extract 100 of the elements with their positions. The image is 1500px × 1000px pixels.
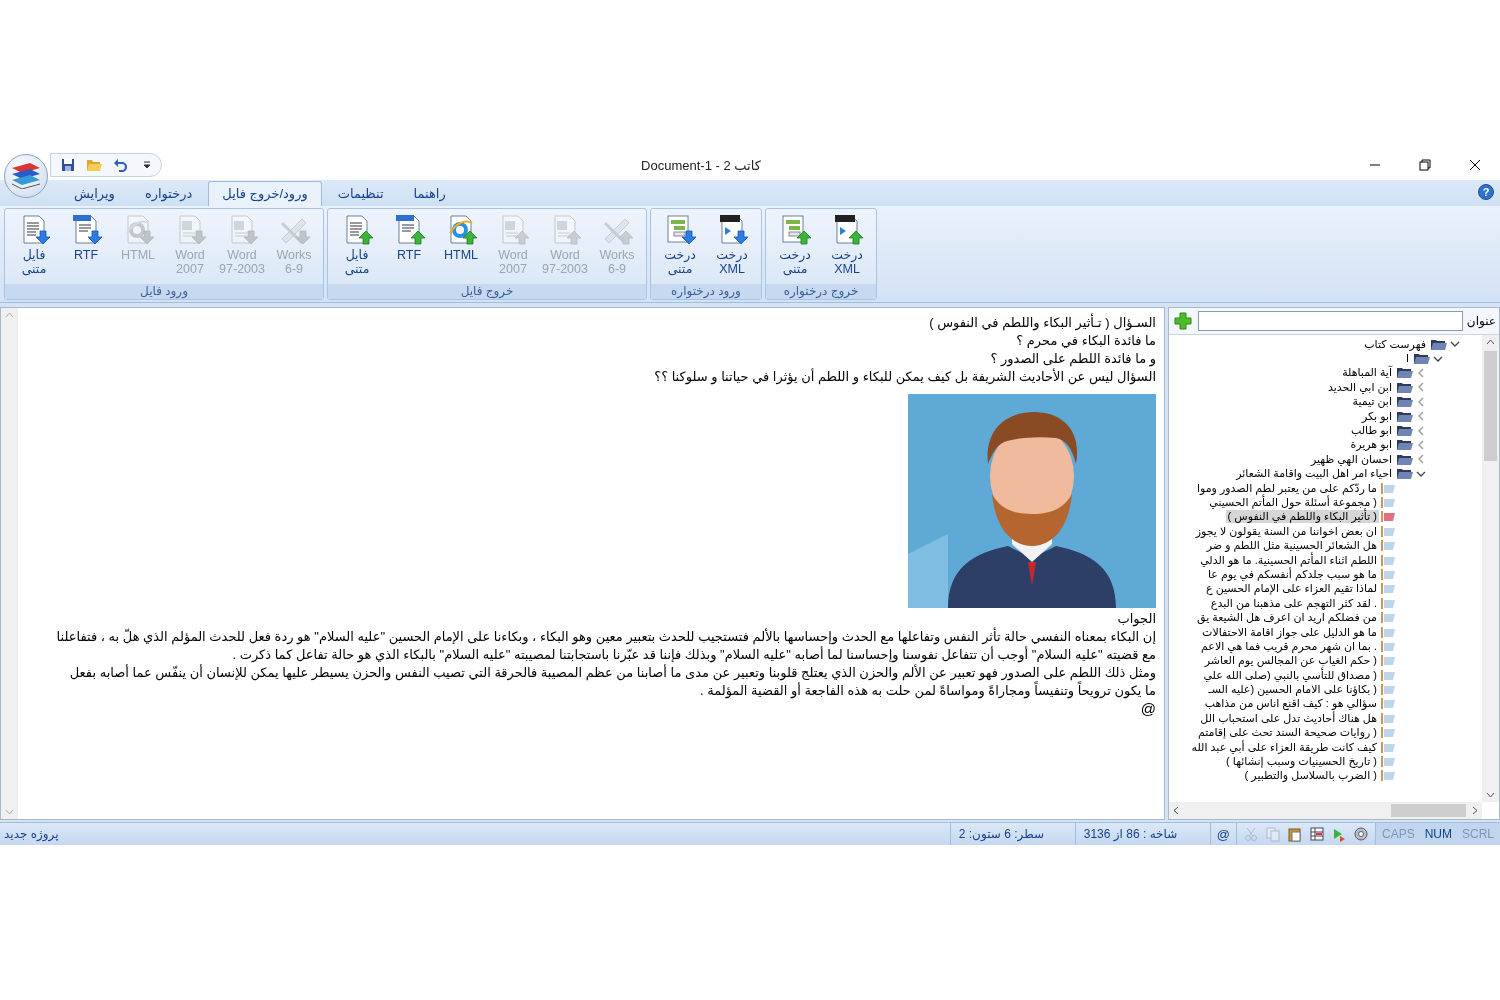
document-icon (1381, 755, 1397, 768)
answer-line: ما يكون ترويحاً وتنفيساً ومجاراةً ومواساةً لمن حلت به هذه الفاجعة أو القضية المؤلمة . (28, 682, 1156, 700)
tree-item[interactable]: هل هناك أحاديث تدل على استحباب الل (1169, 711, 1482, 726)
project-status: پروژه جدید (3, 827, 60, 841)
tree-item[interactable]: ابن تيمية (1169, 394, 1482, 409)
expand-chevron-icon[interactable] (1416, 425, 1426, 436)
scroll-down-icon[interactable] (1486, 792, 1495, 798)
folder-icon (1396, 467, 1414, 481)
tree-item[interactable]: ان بعض اخواننا من السنة يقولون لا يجوز (1169, 524, 1482, 539)
paste-icon[interactable] (1286, 826, 1303, 842)
tree-item[interactable]: ابو طالب (1169, 423, 1482, 438)
document-icon (1381, 711, 1397, 725)
ribbon-button[interactable]: فایل متنی (331, 211, 383, 282)
tree-item[interactable]: ابو بكر (1169, 408, 1482, 424)
window-title: Document-1 - کاتب 2 (640, 157, 762, 173)
ribbon-button[interactable]: درخت متنی (769, 211, 821, 282)
expand-chevron-icon[interactable] (1416, 382, 1426, 393)
ribbon-button[interactable]: درخت متنی (654, 211, 706, 282)
tree-item[interactable]: . لقد كثر التهجم على مذهبنا من البدع (1169, 596, 1482, 611)
folder-icon (1396, 424, 1414, 438)
books-icon (12, 163, 40, 189)
settings-icon[interactable] (1352, 826, 1369, 842)
tree-item[interactable]: . بما ان شهر محرم قريب فما هي الاعم (1169, 639, 1482, 654)
customize-caret-icon[interactable] (143, 161, 151, 169)
table-icon[interactable] (1308, 826, 1325, 842)
cursor-position: سطر: 6 ستون: 2 (949, 823, 1075, 845)
tree-item[interactable]: هل الشعائر الحسينية مثل اللطم و ضر (1169, 538, 1482, 553)
scroll-right-icon[interactable] (1472, 806, 1478, 815)
scroll-up-icon[interactable] (1486, 339, 1495, 345)
import-file-icon (70, 213, 102, 245)
scroll-thumb[interactable] (1484, 351, 1497, 461)
tree-item[interactable]: ( تاريخ الحسينيات وسبب إنشائها ) (1169, 754, 1482, 769)
tree-item[interactable]: فهرست کتاب (1169, 337, 1482, 352)
document-icon (1381, 740, 1397, 754)
tree-item[interactable]: من فضلكم اريد ان اعرف هل الشيعة يق (1169, 610, 1482, 625)
document-icon (1381, 668, 1397, 682)
save-icon (61, 158, 75, 172)
group-title: خروج فایل (328, 284, 646, 299)
close-icon (1469, 159, 1481, 171)
expand-chevron-icon[interactable] (1416, 439, 1426, 450)
folder-icon (1413, 352, 1431, 366)
expand-chevron-icon[interactable] (1416, 367, 1426, 378)
document-icon (1381, 654, 1397, 668)
question-line: السـؤال ( تـأثير البكاء واللطم في النفوس ) (928, 314, 1156, 332)
question-line: السؤال ليس عن الأحاديث الشريفة بل كيف يمكن للبكاء و اللطم أن يؤثرا في حياتنا و سلوكنا ؟؟ (653, 368, 1156, 386)
branch-count: شاخه : 86 از 3136 (1074, 823, 1210, 845)
tree-item[interactable]: ما هو سبب جلدكم أنفسكم في يوم عا (1169, 567, 1482, 582)
folder-icon (1396, 395, 1414, 409)
tree-item[interactable]: لماذا تقيم العزاء على الإمام الحسين ع (1169, 581, 1482, 597)
restore-icon (1419, 159, 1431, 171)
ribbon-tab[interactable]: تنظیمات (323, 181, 398, 206)
tree-item[interactable]: احياء امر اهل البيت واقامة الشعائر (1169, 466, 1482, 481)
ribbon-tab[interactable]: درختواره (130, 181, 207, 206)
tree-item[interactable]: ابو هريرة (1169, 437, 1482, 453)
ribbon-tab[interactable]: ویرایش (60, 181, 129, 206)
horizontal-scrollbar[interactable] (1169, 802, 1482, 819)
vertical-scrollbar[interactable] (1482, 335, 1499, 802)
document-icon (1381, 726, 1397, 740)
document-icon (1381, 625, 1397, 639)
tree-item[interactable]: ( مصداق للتأسي بالنبي (صلى الله علي (1169, 668, 1482, 683)
export-file-icon (393, 213, 425, 245)
ribbon-tab[interactable]: ورود/خروج فایل (208, 181, 322, 206)
tree-item[interactable]: ( حكم الغياب عن المجالس يوم العاشر (1169, 653, 1482, 668)
key-indicator: NUM (1424, 827, 1452, 841)
ribbon-button[interactable]: درخت XML (706, 211, 758, 282)
answer-line: إن البكاء بمعناه النفسي حالة تأثر النفس وتفاعلها مع الحدث وإحساسها بالألم فتستجيب للحدث بتعبير معين وهو البكاء ، وبكاءنا على الإمام الحسين "عليه السلام" هو ردة فعل للحدث المؤلم الذي هلّ به ، فتفاعلنا (55, 628, 1156, 646)
tree-item[interactable]: كيف كانت طريقة العزاء على أبي عبد الله (1169, 739, 1482, 755)
tree-item[interactable]: ما هو الدليل على جواز اقامة الاحتفالات (1169, 624, 1482, 640)
tree-item[interactable]: ا (1169, 351, 1482, 366)
ribbon-button[interactable]: درخت XML (821, 211, 873, 282)
tree-item[interactable]: ما ردّكم على من يعتبر لطم الصدور وموا (1169, 480, 1482, 496)
tree-item[interactable]: ( مجموعة أسئلة حول المأتم الحسيني (1169, 495, 1482, 510)
tree-item[interactable]: ( الضرب بالسلاسل والتطبير ) (1169, 768, 1482, 784)
ribbon-tab[interactable]: راهنما (399, 181, 460, 206)
tree-item[interactable]: ( تأثير البكاء واللطم في النفوس ) (1169, 509, 1482, 525)
tree-item[interactable]: ( بكاؤنا على الامام الحسين (عليه السـ (1169, 682, 1482, 697)
ribbon-button[interactable]: RTF (383, 211, 435, 282)
ribbon-button[interactable]: فایل متنی (8, 211, 60, 282)
scroll-left-icon[interactable] (1173, 806, 1179, 815)
field-label: عنوان (1466, 314, 1496, 328)
ribbon-button[interactable]: HTML (435, 211, 487, 282)
tree-item[interactable]: آية المباهلة (1169, 365, 1482, 381)
tree-item[interactable]: احسان الهي ظهير (1169, 452, 1482, 467)
tree-item[interactable]: ( روايات صحيحة السند تحث على إقامتم (1169, 725, 1482, 740)
tree-item[interactable]: اللطم اثناء المأتم الحسينية. ما هو الدلي (1169, 552, 1482, 568)
expand-chevron-icon[interactable] (1416, 396, 1426, 407)
document-icon (1381, 510, 1397, 524)
answer-line: ومثل ذلك اللطم على الصدور فهو تعبير عن الألم والحزن الذي يعتلج قلوبنا وتعبير عن مدى ما أصابنا من عظم المصيبة فالحرقة التي تصيب النفس والحزن يسيطر عليها يمكن للإنسان أن ينفّس عما أصابه بفعل (68, 664, 1156, 682)
help-button[interactable]: ? (1478, 184, 1494, 200)
scroll-thumb[interactable] (1391, 804, 1466, 817)
document-icon (1381, 683, 1397, 697)
expand-chevron-icon[interactable] (1416, 411, 1426, 422)
tree-item[interactable]: ابن ابي الحديد (1169, 380, 1482, 395)
end-mark: @ (1139, 700, 1156, 718)
document-icon (1381, 596, 1397, 610)
ribbon-button[interactable]: RTF (60, 211, 112, 282)
group-title: ورود فایل (5, 284, 323, 299)
title-field[interactable] (1198, 311, 1463, 331)
add-button[interactable] (1172, 311, 1194, 331)
document-icon (1381, 611, 1397, 625)
